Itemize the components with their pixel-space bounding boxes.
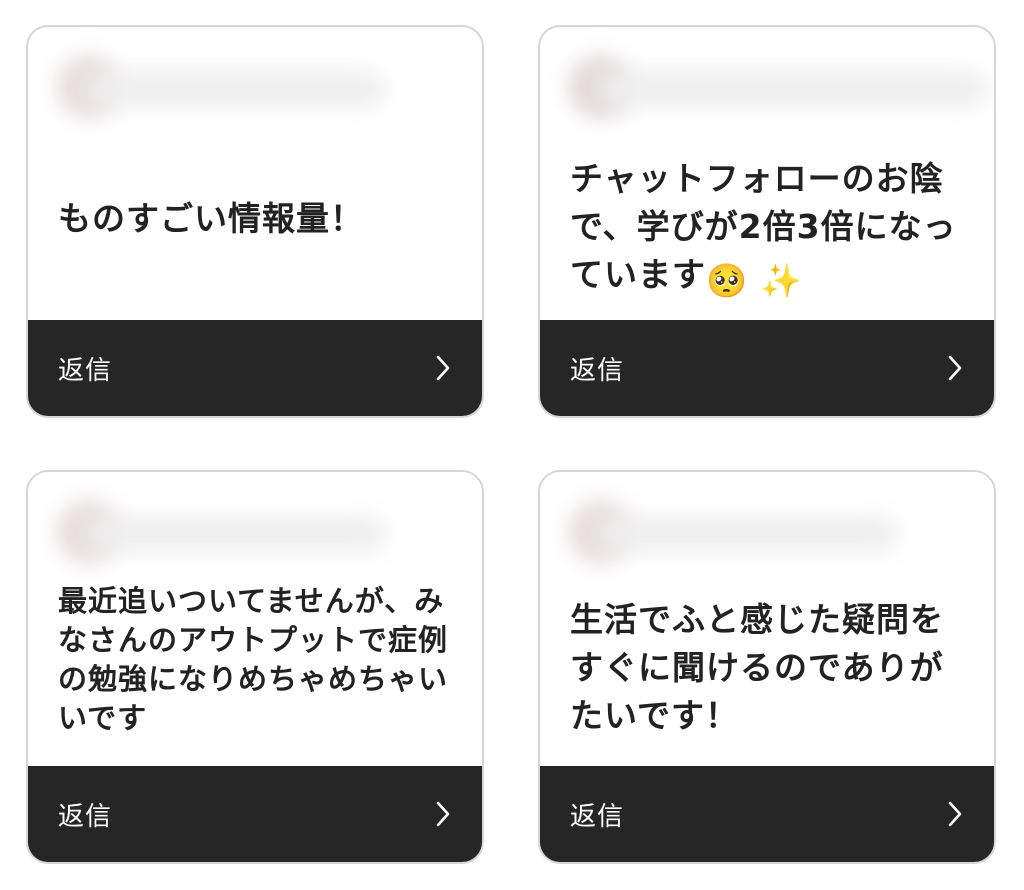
chevron-right-icon: [432, 353, 454, 383]
comment-card: 生活でふと感じた疑問をすぐに聞けるのでありがたいです！ 返信: [538, 470, 996, 864]
comment-text: 最近追いついてませんが、みなさんのアウトプットで症例の勉強になりめちゃめちゃいい…: [58, 584, 449, 735]
blurred-name-bar: [86, 71, 386, 107]
comment-card-grid: ものすごい情報量！ 返信 チャットフォローのお陰で、学びが2倍3倍になっています…: [0, 0, 1024, 890]
reply-button[interactable]: 返信: [28, 320, 482, 416]
reply-button[interactable]: 返信: [540, 320, 994, 416]
chevron-right-icon: [944, 799, 966, 829]
blurred-name-bar: [598, 71, 988, 107]
chevron-right-icon: [432, 799, 454, 829]
comment-card: チャットフォローのお陰で、学びが2倍3倍になっています🥺 ✨ 返信: [538, 25, 996, 418]
blurred-username: [560, 492, 900, 574]
comment-card: 最近追いついてませんが、みなさんのアウトプットで症例の勉強になりめちゃめちゃいい…: [26, 470, 484, 864]
chevron-right-icon: [944, 353, 966, 383]
reply-label: 返信: [58, 355, 113, 386]
comment-body: 最近追いついてませんが、みなさんのアウトプットで症例の勉強になりめちゃめちゃいい…: [28, 472, 482, 766]
reply-label: 返信: [58, 801, 113, 832]
reply-button[interactable]: 返信: [540, 766, 994, 862]
comment-text: 生活でふと感じた疑問をすぐに聞けるのでありがたいです！: [570, 600, 944, 735]
pleading-face-emoji: 🥺: [706, 261, 749, 300]
blurred-username: [48, 47, 388, 129]
comment-card: ものすごい情報量！ 返信: [26, 25, 484, 418]
comment-body: チャットフォローのお陰で、学びが2倍3倍になっています🥺 ✨: [540, 27, 994, 320]
blurred-username: [48, 492, 388, 574]
comment-text: ものすごい情報量！: [58, 199, 364, 238]
comment-body: 生活でふと感じた疑問をすぐに聞けるのでありがたいです！: [540, 472, 994, 766]
sparkles-emoji: ✨: [760, 261, 803, 300]
reply-label: 返信: [570, 355, 625, 386]
blurred-name-bar: [598, 516, 898, 552]
reply-label: 返信: [570, 801, 625, 832]
reply-button[interactable]: 返信: [28, 766, 482, 862]
blurred-username: [560, 47, 988, 129]
blurred-name-bar: [86, 516, 386, 552]
comment-text: チャットフォローのお陰で、学びが2倍3倍になっています🥺 ✨: [570, 155, 966, 305]
comment-body: ものすごい情報量！: [28, 27, 482, 320]
